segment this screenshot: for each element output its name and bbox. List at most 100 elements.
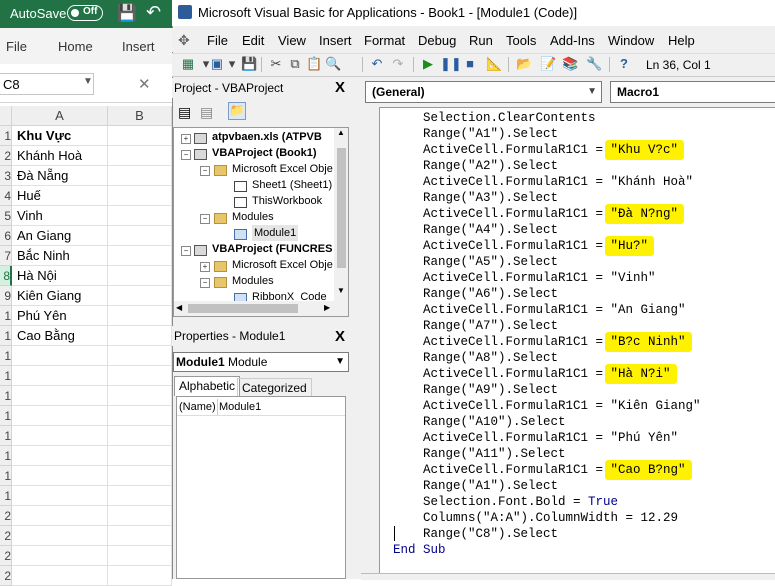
cell-b2[interactable] (108, 146, 172, 166)
cell-b16[interactable] (108, 426, 172, 446)
cell-a1[interactable]: Khu Vực (12, 126, 108, 146)
cancel-icon[interactable]: ✕ (138, 75, 151, 93)
cell-b19[interactable] (108, 486, 172, 506)
collapse-icon[interactable]: − (200, 278, 210, 288)
cell-a23[interactable] (12, 566, 108, 586)
scroll-up-icon[interactable]: ▲ (337, 128, 345, 137)
row-header[interactable]: 1 (0, 366, 12, 386)
row-header[interactable]: 5 (0, 206, 12, 226)
menu-file[interactable]: File (207, 33, 228, 48)
row-header[interactable]: 1 (0, 406, 12, 426)
cell-a22[interactable] (12, 546, 108, 566)
expand-icon[interactable]: + (181, 134, 191, 144)
menu-edit[interactable]: Edit (242, 33, 264, 48)
code-line[interactable]: Range("C8").Select (393, 526, 558, 542)
cell-b6[interactable] (108, 226, 172, 246)
row-header[interactable]: 8 (0, 266, 12, 286)
row-header[interactable]: 9 (0, 286, 12, 306)
close-icon[interactable]: X (332, 329, 348, 345)
code-line[interactable]: Range("A10").Select (393, 414, 566, 430)
find-icon[interactable]: 🔍 (325, 56, 341, 72)
code-line[interactable]: ActiveCell.FormulaR1C1 = "B?c Ninh" (393, 334, 686, 350)
cell-a17[interactable] (12, 446, 108, 466)
cell-a5[interactable]: Vinh (12, 206, 108, 226)
menu-window[interactable]: Window (608, 33, 654, 48)
code-line[interactable]: Range("A4").Select (393, 222, 558, 238)
code-line[interactable]: Range("A5").Select (393, 254, 558, 270)
tab-file[interactable]: File (6, 39, 27, 54)
code-line[interactable]: Range("A6").Select (393, 286, 558, 302)
collapse-icon[interactable]: − (181, 150, 191, 160)
collapse-icon[interactable]: − (200, 214, 210, 224)
properties-window-icon[interactable]: 📝 (540, 56, 556, 72)
cell-b21[interactable] (108, 526, 172, 546)
menu-debug[interactable]: Debug (418, 33, 456, 48)
menu-tools[interactable]: Tools (506, 33, 536, 48)
cell-b10[interactable] (108, 306, 172, 326)
pane-splitter[interactable] (352, 78, 361, 579)
row-header[interactable]: 1 (0, 486, 12, 506)
collapse-icon[interactable]: − (200, 166, 210, 176)
row-header[interactable]: 3 (0, 166, 12, 186)
undo-icon[interactable]: ↶ (146, 2, 161, 23)
cell-b13[interactable] (108, 366, 172, 386)
code-line[interactable]: ActiveCell.FormulaR1C1 = "Đà N?ng" (393, 206, 678, 222)
break-icon[interactable]: ❚❚ (440, 56, 462, 72)
property-row[interactable]: (Name) Module1 (177, 399, 345, 416)
cell-a15[interactable] (12, 406, 108, 426)
scroll-thumb[interactable] (337, 148, 346, 268)
tab-home[interactable]: Home (58, 39, 93, 54)
cell-a19[interactable] (12, 486, 108, 506)
expand-icon[interactable]: + (200, 262, 210, 272)
cell-a8[interactable]: Hà Nội (12, 266, 108, 286)
cell-b7[interactable] (108, 246, 172, 266)
cell-b3[interactable] (108, 166, 172, 186)
chevron-down-icon[interactable]: ▼ (587, 82, 597, 102)
procedure-combo[interactable]: Macro1 (610, 81, 775, 103)
column-header-b[interactable]: B (108, 106, 172, 126)
row-header[interactable]: 1 (0, 326, 12, 346)
code-line[interactable]: End Sub (393, 542, 446, 558)
column-header-a[interactable]: A (12, 106, 108, 126)
code-line[interactable]: ActiveCell.FormulaR1C1 = "Khánh Hoà" (393, 174, 693, 190)
object-combo[interactable]: (General) ▼ (365, 81, 602, 103)
cell-a11[interactable]: Cao Bằng (12, 326, 108, 346)
horizontal-scrollbar[interactable]: ◀ ▶ (174, 301, 348, 316)
code-line[interactable]: ActiveCell.FormulaR1C1 = "Khu V?c" (393, 142, 678, 158)
project-explorer-icon[interactable]: 📂 (516, 56, 532, 72)
name-box[interactable]: C8 ▼ (0, 73, 94, 95)
undo-icon[interactable]: ↶ (369, 56, 385, 72)
object-browser-icon[interactable]: 📚 (562, 56, 578, 72)
row-header[interactable]: 4 (0, 186, 12, 206)
object-selector[interactable]: Module1 Module ▼ (173, 352, 349, 372)
menu-add-ins[interactable]: Add-Ins (550, 33, 595, 48)
code-line[interactable]: ActiveCell.FormulaR1C1 = "An Giang" (393, 302, 686, 318)
row-header[interactable]: 1 (0, 446, 12, 466)
cell-a13[interactable] (12, 366, 108, 386)
cell-a4[interactable]: Huế (12, 186, 108, 206)
row-header[interactable]: 2 (0, 546, 12, 566)
code-line[interactable]: Range("A3").Select (393, 190, 558, 206)
row-header[interactable]: 1 (0, 126, 12, 146)
tree-item-modules[interactable]: Modules (232, 209, 274, 225)
scroll-down-icon[interactable]: ▼ (337, 286, 345, 295)
code-line[interactable]: Columns("A:A").ColumnWidth = 12.29 (393, 510, 678, 526)
code-line[interactable]: ActiveCell.FormulaR1C1 = "Hà N?i" (393, 366, 671, 382)
code-line[interactable]: Range("A8").Select (393, 350, 558, 366)
tree-item-module1[interactable]: Module1 (252, 225, 299, 241)
code-line[interactable]: Range("A9").Select (393, 382, 558, 398)
chevron-down-icon[interactable]: ▼ (83, 76, 93, 87)
close-icon[interactable]: X (332, 80, 348, 96)
scroll-right-icon[interactable]: ▶ (324, 303, 330, 312)
dropdown-arrow-icon[interactable]: ▾ (224, 56, 240, 72)
tree-item-thisworkbook[interactable]: ThisWorkbook (252, 193, 322, 209)
tree-item-excel-objects[interactable]: Microsoft Excel Obje (232, 161, 333, 177)
code-line[interactable]: Selection.Font.Bold = True (393, 494, 618, 510)
cut-icon[interactable]: ✂ (268, 56, 284, 72)
scroll-left-icon[interactable]: ◀ (176, 303, 182, 312)
redo-icon[interactable]: ↷ (390, 56, 406, 72)
save-icon[interactable]: 💾 (241, 56, 257, 72)
cell-b15[interactable] (108, 406, 172, 426)
cell-b8[interactable] (108, 266, 172, 286)
cell-a3[interactable]: Đà Nẵng (12, 166, 108, 186)
